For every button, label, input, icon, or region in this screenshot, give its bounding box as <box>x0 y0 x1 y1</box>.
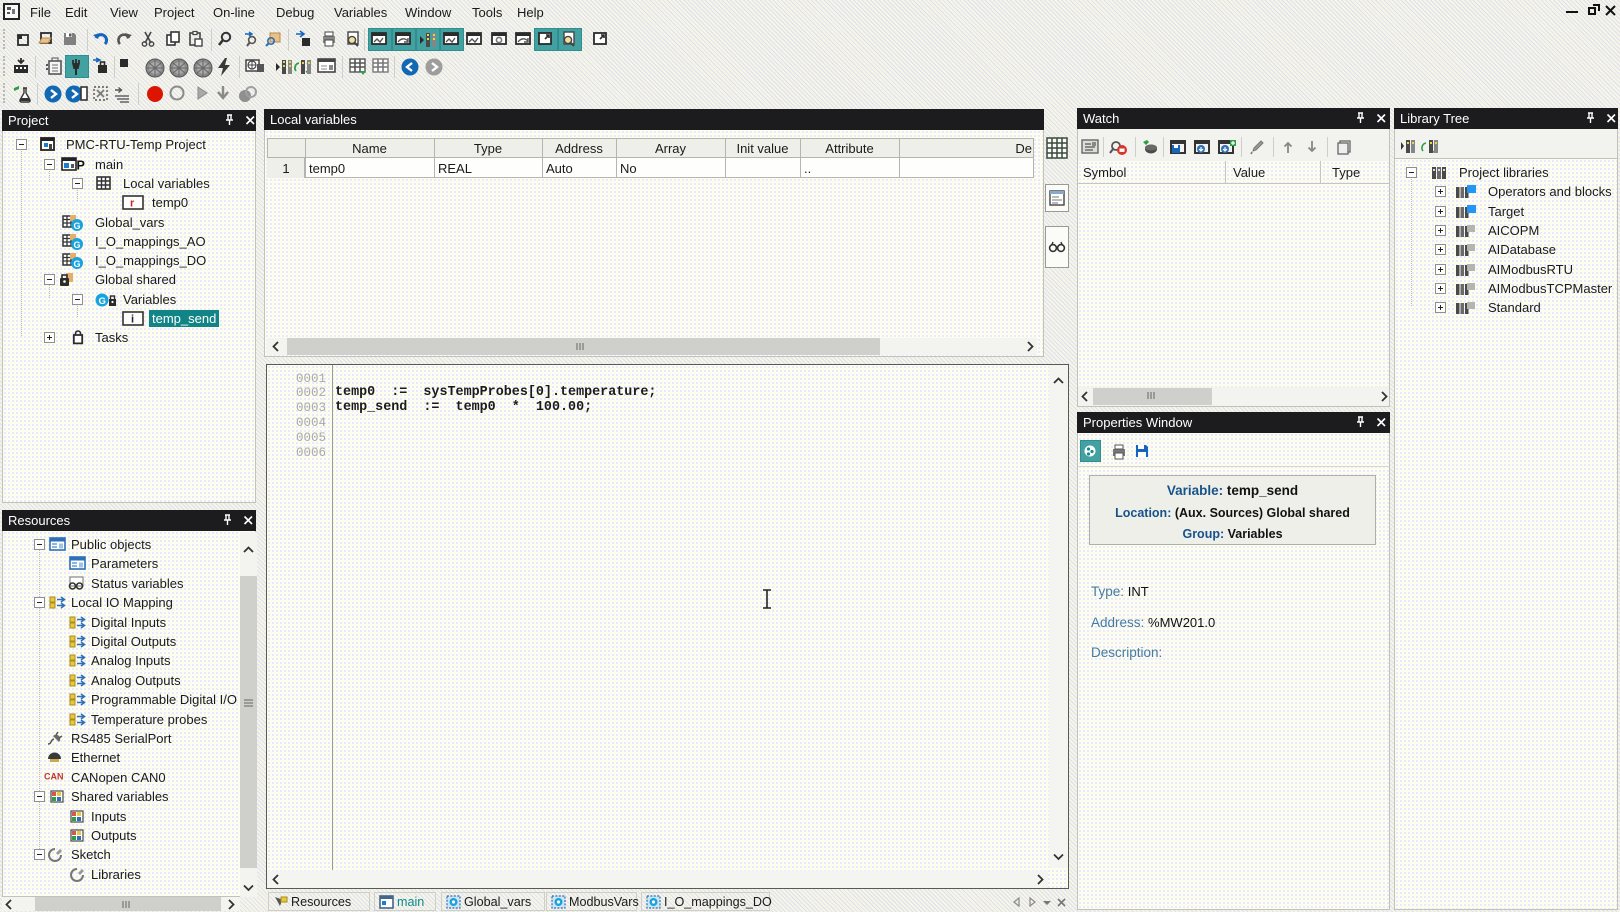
svg-text:G: G <box>74 259 81 269</box>
svg-text:i: i <box>131 314 134 326</box>
svg-text:G: G <box>99 296 106 307</box>
svg-text:CAN: CAN <box>44 771 64 781</box>
svg-text:P: P <box>77 158 85 172</box>
svg-text:G: G <box>74 240 81 250</box>
svg-text:r: r <box>130 198 135 210</box>
svg-text:G: G <box>74 221 81 231</box>
